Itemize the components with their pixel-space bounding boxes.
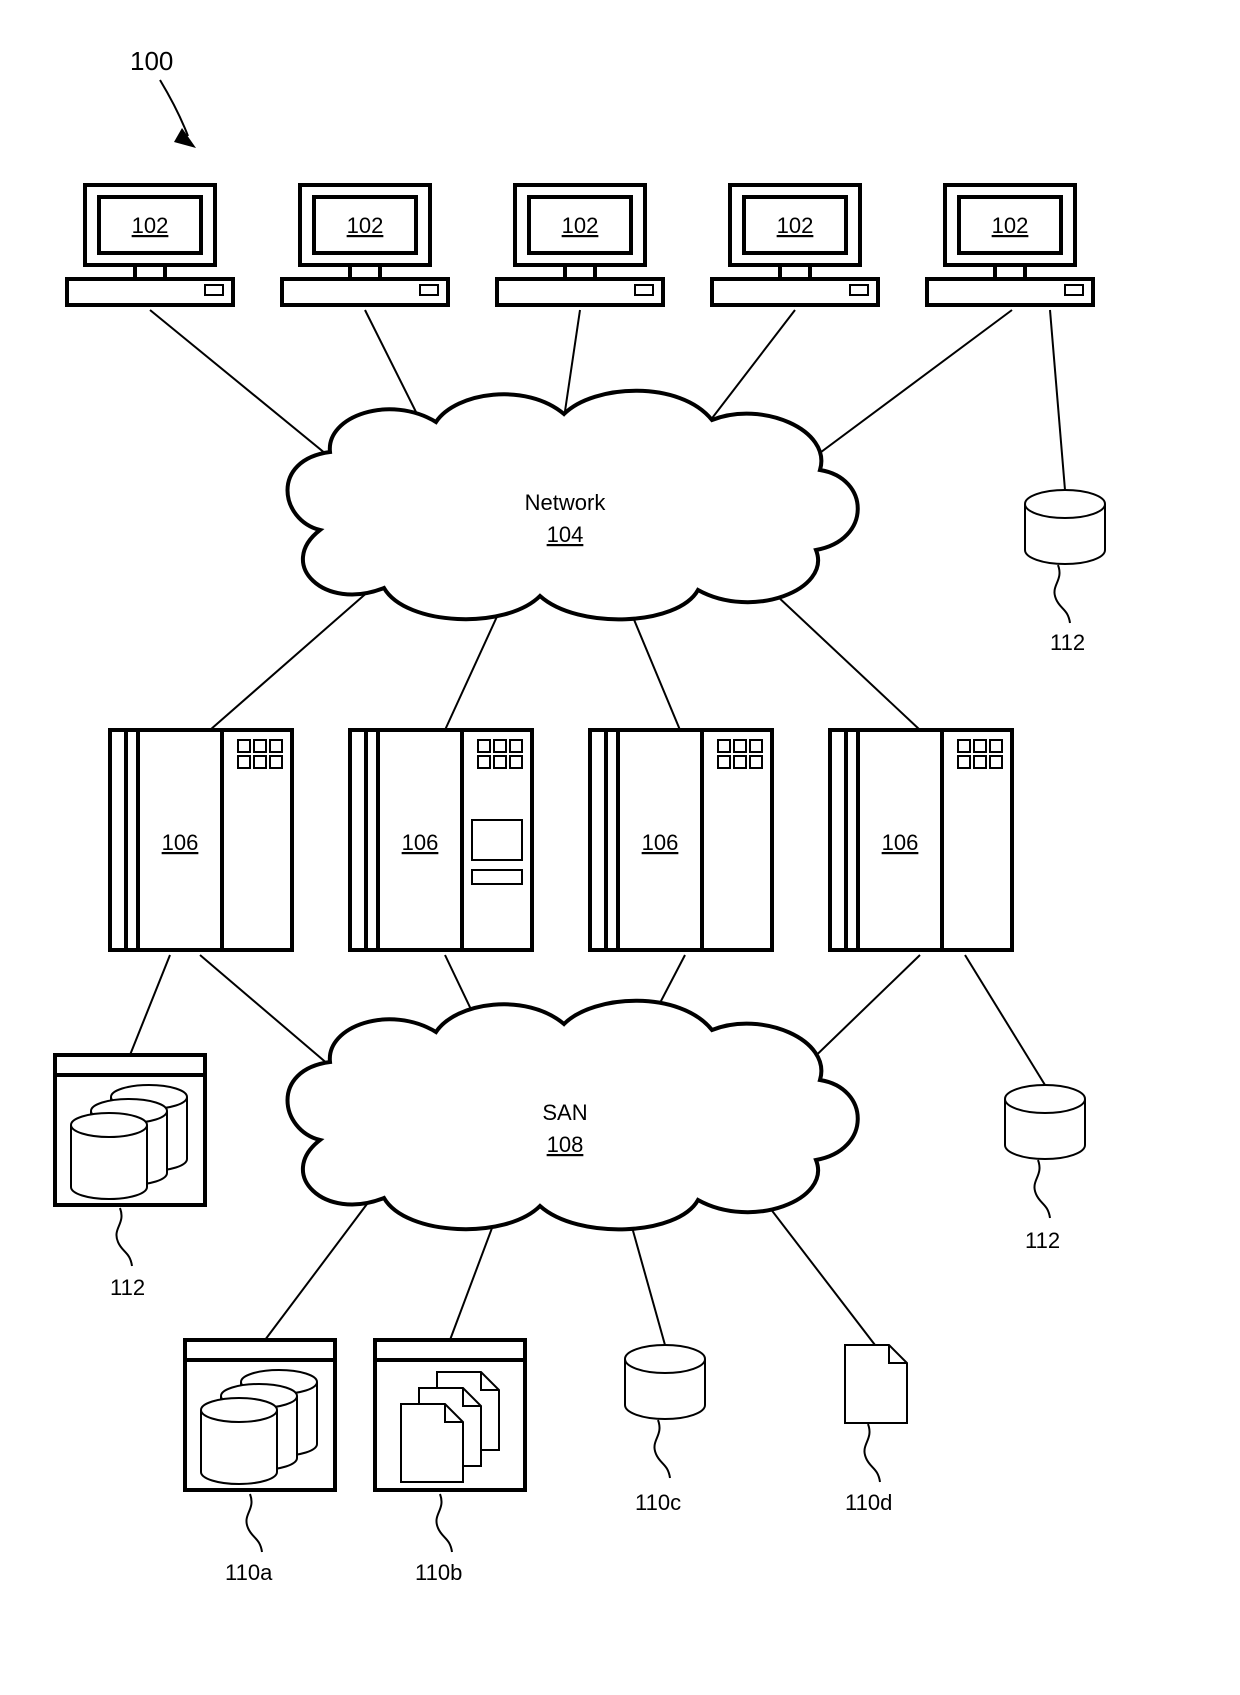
storage-ref-a: 110a: [225, 1560, 273, 1585]
storage-110d: [845, 1345, 907, 1423]
server-cabinet: 106: [350, 730, 532, 950]
client-computer: 102: [497, 185, 663, 305]
client-ref: 102: [562, 213, 599, 238]
das-ref-left: 112: [110, 1275, 145, 1300]
das-ref-top-right: 112: [1050, 630, 1085, 655]
server-ref: 106: [162, 830, 199, 855]
network-cloud: Network 104: [288, 391, 858, 620]
client-ref: 102: [132, 213, 169, 238]
server-cabinet: 106: [830, 730, 1012, 950]
server-ref: 106: [882, 830, 919, 855]
san-ref: 108: [547, 1132, 584, 1157]
network-ref: 104: [547, 522, 584, 547]
network-title: Network: [525, 490, 607, 515]
storage-110b: [375, 1340, 525, 1490]
client-ref: 102: [347, 213, 384, 238]
client-computer: 102: [282, 185, 448, 305]
server-ref: 106: [642, 830, 679, 855]
client-row: 102 102 102 102 102: [67, 185, 1093, 305]
san-title: SAN: [542, 1100, 587, 1125]
das-disk-right: [1005, 1085, 1085, 1159]
client-ref: 102: [992, 213, 1029, 238]
client-computer: 102: [712, 185, 878, 305]
client-computer: 102: [927, 185, 1093, 305]
storage-ref-b: 110b: [415, 1560, 462, 1585]
client-ref: 102: [777, 213, 814, 238]
server-cabinet: 106: [110, 730, 292, 950]
storage-ref-d: 110d: [845, 1490, 892, 1515]
figure-ref: 100: [130, 46, 173, 76]
client-computer: 102: [67, 185, 233, 305]
figure-100: 100 102: [0, 0, 1240, 1695]
storage-110c: [625, 1345, 705, 1419]
server-ref: 106: [402, 830, 439, 855]
san-cloud: SAN 108: [288, 1001, 858, 1230]
das-disk-top-right: [1025, 490, 1105, 564]
das-ref-right: 112: [1025, 1228, 1060, 1253]
server-cabinet: 106: [590, 730, 772, 950]
server-row: 106 106 106 106: [110, 730, 1012, 950]
storage-ref-c: 110c: [635, 1490, 681, 1515]
storage-110a: [185, 1340, 335, 1490]
das-disk-array-left: [55, 1055, 205, 1205]
